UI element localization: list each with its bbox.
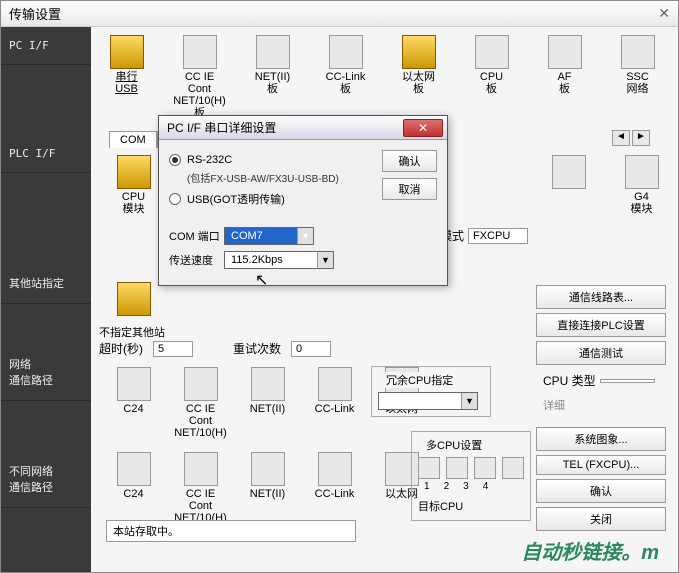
- icon-netii-1[interactable]: NET(II): [240, 367, 295, 439]
- route-list-button[interactable]: 通信线路表...: [536, 285, 666, 309]
- radio-rs232c[interactable]: [169, 154, 181, 166]
- pcif-icon-row: 串行 USB CC IE Cont NET/10(H)板 NET(II) 板 C…: [99, 35, 670, 119]
- timeout-input[interactable]: 5: [153, 341, 193, 357]
- scroll-left-button[interactable]: ◄: [612, 130, 630, 146]
- sidebar-item-plcif[interactable]: PLC I/F: [1, 135, 91, 173]
- direct-plc-button[interactable]: 直接连接PLC设置: [536, 313, 666, 337]
- content-area: 串行 USB CC IE Cont NET/10(H)板 NET(II) 板 C…: [91, 27, 678, 572]
- icon-serial-usb[interactable]: 串行 USB: [99, 35, 154, 119]
- icon-af[interactable]: AF 板: [537, 35, 592, 119]
- comm-test-button[interactable]: 通信测试: [536, 341, 666, 365]
- serial-usb-icon: [110, 35, 144, 69]
- icon-ccie-1[interactable]: CC IE Cont NET/10(H): [173, 367, 228, 439]
- ssc-icon: [621, 35, 655, 69]
- ethernet-icon: [402, 35, 436, 69]
- icon-empty1[interactable]: [541, 155, 596, 215]
- cpu-module-icon: [117, 155, 151, 189]
- close-button[interactable]: 关闭: [536, 507, 666, 531]
- icon-cpu-module[interactable]: CPU 模块: [106, 155, 161, 215]
- status-bar: 本站存取中。: [106, 520, 356, 542]
- cpu-icon: [475, 35, 509, 69]
- cpu-slot-3[interactable]: [474, 457, 496, 479]
- speed-label: 传送速度: [169, 252, 224, 268]
- retry-label: 重试次数: [233, 340, 281, 357]
- cclink-icon: [329, 35, 363, 69]
- chevron-down-icon: ▼: [317, 252, 333, 268]
- com-port-combo[interactable]: COM7 ▼: [224, 227, 314, 245]
- icon-no-other-station[interactable]: [106, 282, 161, 318]
- icon-cclink-1[interactable]: CC-Link: [307, 367, 362, 439]
- icon-cclink-2[interactable]: CC-Link: [307, 452, 362, 524]
- multi-cpu-title: 多CPU设置: [422, 437, 486, 453]
- icon-cpu[interactable]: CPU 板: [464, 35, 519, 119]
- titlebar: 传输设置 ✕: [1, 1, 678, 27]
- redundant-cpu-combo[interactable]: ▼: [378, 392, 478, 410]
- multi-cpu-group: 多CPU设置 1 2 3 4 目标CPU: [411, 431, 531, 521]
- dialog-ok-button[interactable]: 确认: [382, 150, 437, 172]
- detail-label: 详细: [543, 397, 663, 413]
- cpu-slot-2[interactable]: [446, 457, 468, 479]
- icon-ccie-2[interactable]: CC IE Cont NET/10(H): [173, 452, 228, 524]
- dialog-titlebar: PC I/F 串口详细设置 ✕: [159, 116, 447, 140]
- sidebar-item-network-path[interactable]: 网络 通信路径: [1, 344, 91, 401]
- cpu-slot-1[interactable]: [418, 457, 440, 479]
- icon-ssc[interactable]: SSC 网络: [610, 35, 665, 119]
- radio-usb[interactable]: [169, 193, 181, 205]
- com-port-label: COM 端口: [169, 228, 224, 244]
- chevron-down-icon: ▼: [297, 228, 313, 244]
- ok-button[interactable]: 确认: [536, 479, 666, 503]
- speed-combo[interactable]: 115.2Kbps ▼: [224, 251, 334, 269]
- retry-input[interactable]: 0: [291, 341, 331, 357]
- dialog-title: PC I/F 串口详细设置: [167, 119, 276, 136]
- close-icon[interactable]: ✕: [658, 5, 670, 22]
- main-window: 传输设置 ✕ PC I/F PLC I/F 其他站指定 网络 通信路径 不同网络…: [0, 0, 679, 573]
- timeout-label: 超时(秒): [99, 340, 143, 357]
- icon-netii[interactable]: NET(II) 板: [245, 35, 300, 119]
- no-other-station-label: 不指定其他站: [99, 324, 165, 340]
- redundant-cpu-title: 冗余CPU指定: [382, 372, 457, 388]
- icon-ccie[interactable]: CC IE Cont NET/10(H)板: [172, 35, 227, 119]
- window-title: 传输设置: [9, 4, 61, 23]
- no-other-station-icon: [117, 282, 151, 316]
- sidebar-item-pcif[interactable]: PC I/F: [1, 27, 91, 65]
- icon-cclink[interactable]: CC-Link 板: [318, 35, 373, 119]
- netii-icon: [256, 35, 290, 69]
- dialog-cancel-button[interactable]: 取消: [382, 178, 437, 200]
- redundant-cpu-group: 冗余CPU指定 ▼: [371, 366, 491, 417]
- target-cpu-label: 目标CPU: [418, 498, 524, 514]
- watermark: 自动秒链接。m: [521, 536, 659, 565]
- icon-g4[interactable]: G4 模块: [614, 155, 669, 215]
- cpu-type-label: CPU 类型: [543, 372, 596, 389]
- chevron-down-icon: ▼: [461, 393, 477, 409]
- icon-ethernet[interactable]: 以太网 板: [391, 35, 446, 119]
- right-button-panel: 通信线路表... 直接连接PLC设置 通信测试: [536, 285, 666, 365]
- icon-c24-1[interactable]: C24: [106, 367, 161, 439]
- af-icon: [548, 35, 582, 69]
- ccie-icon: [183, 35, 217, 69]
- scroll-right-button[interactable]: ►: [632, 130, 650, 146]
- icon-c24-2[interactable]: C24: [106, 452, 161, 524]
- g4-icon: [625, 155, 659, 189]
- sidebar-item-other-station[interactable]: 其他站指定: [1, 263, 91, 304]
- sidebar: PC I/F PLC I/F 其他站指定 网络 通信路径 不同网络 通信路径: [1, 27, 91, 572]
- tel-button[interactable]: TEL (FXCPU)...: [536, 455, 666, 475]
- cpu-mode-value[interactable]: FXCPU: [468, 228, 528, 244]
- cpu-slot-4[interactable]: [502, 457, 524, 479]
- cpu-type-value[interactable]: [600, 379, 655, 383]
- pcif-detail-dialog: PC I/F 串口详细设置 ✕ RS-232C (包括FX-USB-AW/FX3…: [158, 115, 448, 286]
- icon-netii-2[interactable]: NET(II): [240, 452, 295, 524]
- sidebar-item-diff-network[interactable]: 不同网络 通信路径: [1, 451, 91, 508]
- cursor-icon: ↖: [255, 270, 268, 290]
- dialog-close-button[interactable]: ✕: [403, 119, 443, 137]
- sys-image-button[interactable]: 系统图象...: [536, 427, 666, 451]
- tab-com[interactable]: COM: [109, 131, 157, 148]
